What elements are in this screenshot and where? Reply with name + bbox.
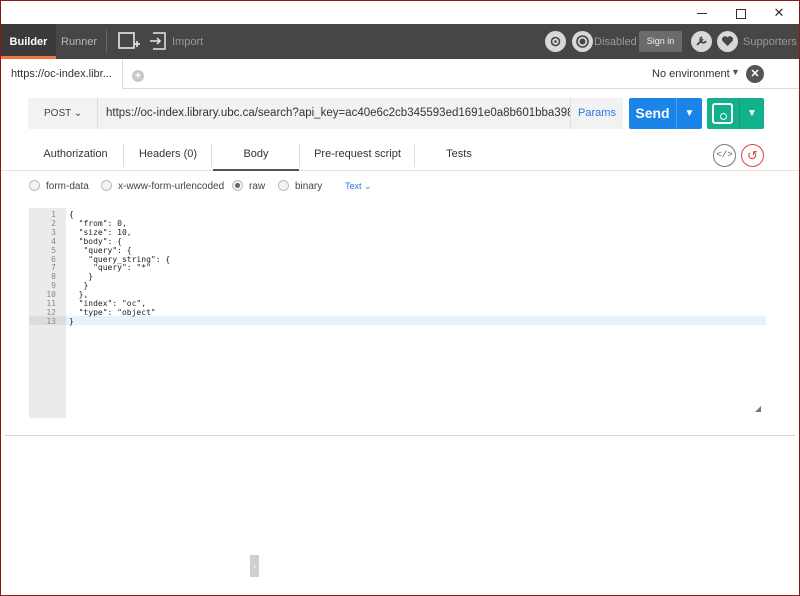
line-number: 2 <box>51 218 56 228</box>
code-line: "query": "*" <box>69 263 151 273</box>
send-button[interactable]: Send ▼ <box>629 98 702 129</box>
code-line: } <box>69 272 94 282</box>
line-number: 3 <box>51 227 56 237</box>
radio-dot <box>278 180 289 191</box>
tab-divider <box>211 144 212 167</box>
request-subtabs: Authorization Headers (0) Body Pre-reque… <box>1 141 799 171</box>
close-button[interactable]: ✕ <box>761 1 797 24</box>
settings-icon[interactable] <box>691 31 712 52</box>
code-icon[interactable]: </> <box>713 144 736 167</box>
radio-label: binary <box>295 181 323 192</box>
code-line: "size": 10, <box>69 227 132 237</box>
request-tab[interactable]: https://oc-index.libr... <box>1 59 123 90</box>
line-number: 1 <box>51 210 56 219</box>
code-line: } <box>69 281 89 291</box>
save-button[interactable]: ▼ <box>707 98 764 129</box>
save-options-chevron-icon[interactable]: ▼ <box>739 98 764 129</box>
line-number: 8 <box>51 272 56 282</box>
import-icon[interactable] <box>150 32 166 50</box>
active-line-highlight <box>66 316 766 325</box>
disabled-icon[interactable] <box>572 31 593 52</box>
add-tab-icon[interactable]: + <box>132 70 144 82</box>
new-tab-icon[interactable] <box>118 32 140 50</box>
code-line: "index": "oc", <box>69 299 147 308</box>
response-divider <box>5 435 795 436</box>
radio-label: raw <box>249 181 266 192</box>
app-header: Builder Runner Import Disabled Sign in S… <box>1 24 799 59</box>
method-select[interactable]: POST ⌄ <box>28 98 98 129</box>
tab-builder[interactable]: Builder <box>1 24 56 59</box>
tab-runner[interactable]: Runner <box>61 24 97 59</box>
close-icon: ✕ <box>773 5 785 20</box>
line-number: 9 <box>51 281 56 291</box>
line-number: 7 <box>51 263 56 273</box>
tab-body[interactable]: Body <box>213 141 299 171</box>
body-type-options: form-data x-www-form-urlencoded raw bina… <box>1 179 799 195</box>
radio-label: x-www-form-urlencoded <box>118 181 225 192</box>
title-bar: ✕ <box>1 1 799 24</box>
code-line: } <box>69 316 74 326</box>
body-editor[interactable]: 1 2 3 4 5 6 7 8 9 10 11 12 13{ "from": 0, "size": 10… <box>29 208 766 418</box>
url-bar: POST ⌄ https://oc-index.library.ubc.ca/s… <box>28 98 623 129</box>
save-icon <box>712 103 733 124</box>
code-line: "query": { <box>69 245 132 255</box>
resize-icon[interactable] <box>755 406 761 412</box>
chevron-down-icon: ⌄ <box>364 181 372 191</box>
line-number: 6 <box>51 254 56 264</box>
minimize-icon <box>697 13 707 15</box>
radio-dot <box>29 180 40 191</box>
maximize-icon <box>736 8 746 19</box>
tab-authorization[interactable]: Authorization <box>28 141 123 171</box>
line-number: 4 <box>51 236 56 246</box>
sign-in-button[interactable]: Sign in <box>639 31 682 52</box>
raw-format-label: Text <box>345 181 362 191</box>
reset-icon[interactable]: ↺ <box>741 144 764 167</box>
tab-divider <box>299 144 300 167</box>
app-window: ✕ Builder Runner Import Disabled Sign in <box>1 1 799 595</box>
header-divider <box>106 30 107 53</box>
line-number: 11 <box>46 299 56 308</box>
supporters-link[interactable]: Supporters <box>743 24 797 60</box>
code-line: "body": { <box>69 236 122 246</box>
line-number: 5 <box>51 245 56 255</box>
tab-pre-request-script[interactable]: Pre-request script <box>301 141 414 171</box>
code-line: }, <box>69 290 89 300</box>
raw-format-select[interactable]: Text ⌄ <box>345 181 372 192</box>
radio-dot <box>101 180 112 191</box>
tab-headers[interactable]: Headers (0) <box>125 141 211 171</box>
maximize-button[interactable] <box>723 1 759 24</box>
code-line: { <box>69 210 74 219</box>
minimize-button[interactable] <box>684 1 720 24</box>
line-number: 12 <box>46 307 56 317</box>
chevron-down-icon[interactable]: ▼ <box>731 67 740 77</box>
tab-tests[interactable]: Tests <box>416 141 502 171</box>
radio-label: form-data <box>46 181 89 192</box>
pane-toggle-icon[interactable]: › <box>250 555 259 577</box>
params-button[interactable]: Params <box>570 98 623 129</box>
line-number: 13 <box>46 316 56 326</box>
sync-icon[interactable] <box>545 31 566 52</box>
code-line: "from": 0, <box>69 218 127 228</box>
line-number: 10 <box>46 290 56 300</box>
tab-divider <box>414 144 415 167</box>
environment-select[interactable]: No environment <box>652 68 730 80</box>
eye-icon[interactable]: ✕ <box>746 65 764 83</box>
url-input[interactable]: https://oc-index.library.ubc.ca/search?a… <box>100 98 570 129</box>
radio-dot <box>232 180 243 191</box>
code-line: "query_string": { <box>69 254 171 264</box>
tab-divider <box>123 144 124 167</box>
sync-status-label: Disabled <box>594 36 637 48</box>
import-button[interactable]: Import <box>172 24 203 59</box>
send-label: Send <box>635 105 670 121</box>
request-tabs-bar: https://oc-index.libr... + No environmen… <box>1 59 799 90</box>
send-options-chevron-icon[interactable]: ▼ <box>676 98 702 129</box>
code-line: "type": "object" <box>69 307 156 317</box>
method-label: POST <box>44 108 72 119</box>
heart-icon[interactable] <box>717 31 738 52</box>
request-tab-label: https://oc-index.libr... <box>11 68 112 80</box>
chevron-down-icon: ⌄ <box>73 108 83 119</box>
